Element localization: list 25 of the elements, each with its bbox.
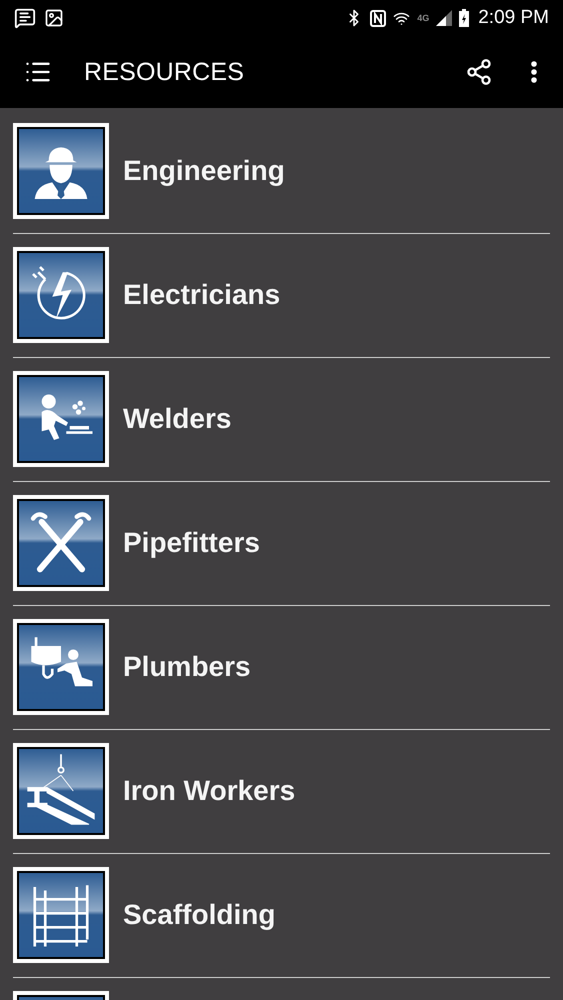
resource-label[interactable]: Plumbers [123, 651, 251, 683]
resource-label[interactable]: Pipefitters [123, 527, 260, 559]
steel-beam-icon [13, 743, 109, 839]
share-icon [465, 58, 493, 86]
resource-label[interactable]: Welders [123, 403, 232, 435]
nfc-icon [370, 10, 386, 26]
scaffolding-icon [13, 867, 109, 963]
engineer-icon [13, 123, 109, 219]
signal-icon [436, 10, 452, 26]
image-icon [44, 8, 64, 28]
screen-title: RESOURCES [84, 58, 246, 86]
resource-label[interactable]: Electricians [123, 279, 280, 311]
welder-icon [13, 371, 109, 467]
clock-time: 2:09 PM [478, 7, 549, 29]
crossed-wrenches-icon [13, 495, 109, 591]
share-button[interactable] [465, 58, 493, 86]
resource-label[interactable]: Engineering [123, 155, 285, 187]
message-icon [14, 7, 36, 29]
more-options-icon [531, 61, 537, 83]
resource-label[interactable]: Scaffolding [123, 899, 276, 931]
network-type: 4G [417, 13, 430, 23]
battery-icon [459, 9, 470, 27]
lightning-plug-icon [13, 247, 109, 343]
resource-label[interactable]: Iron Workers [123, 775, 296, 807]
plumber-icon [13, 619, 109, 715]
